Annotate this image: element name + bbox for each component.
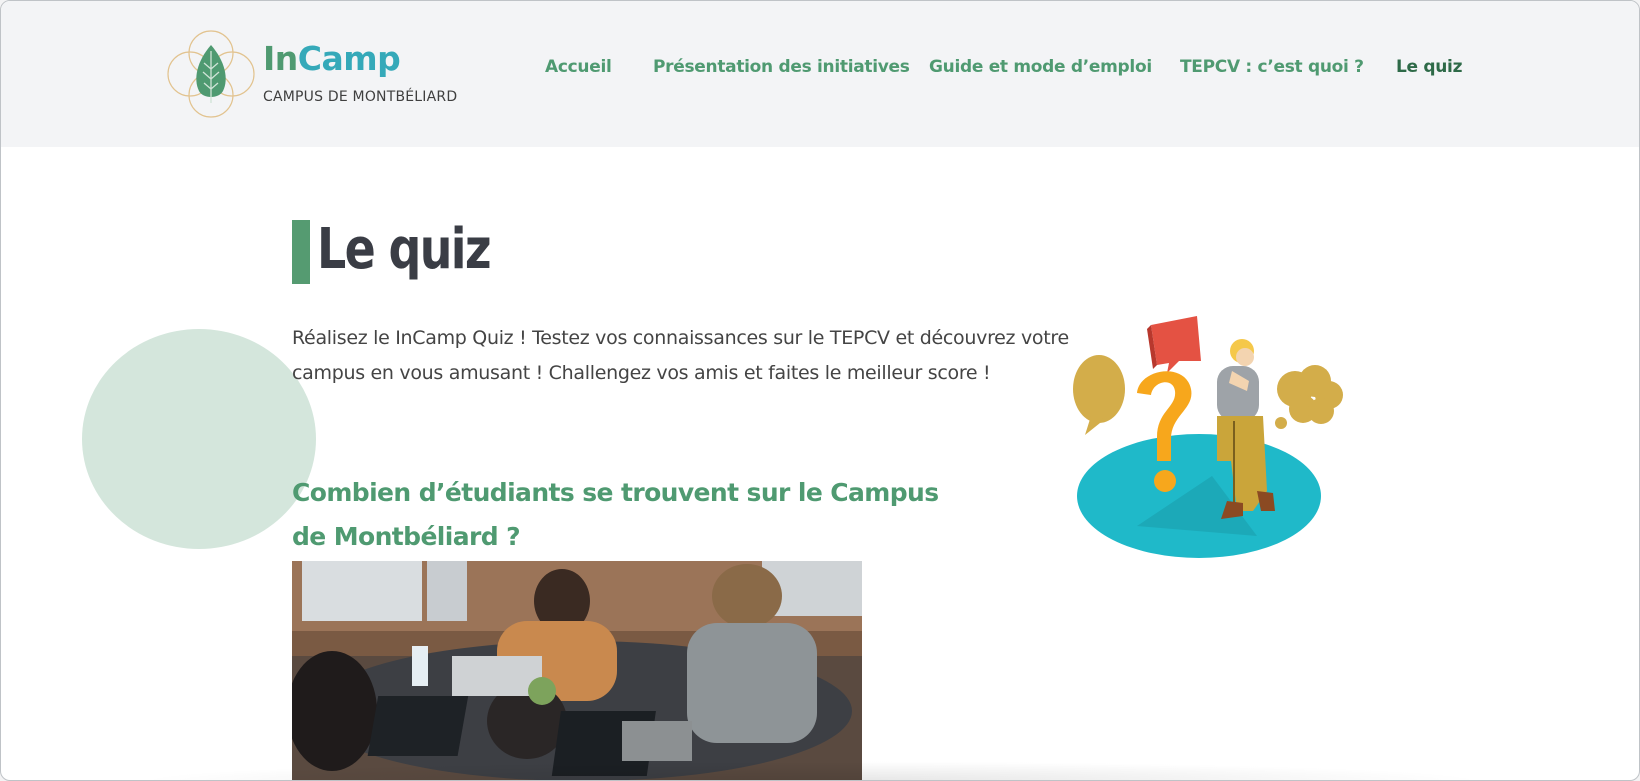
students-working-laptops-photo [292, 561, 862, 780]
site-header: InCamp CAMPUS DE MONTBÉLIARD Accueil Pré… [1, 1, 1639, 147]
nav-item-tepcv[interactable]: TEPCV : c’est quoi ? [1180, 57, 1364, 77]
nav-item-le-quiz[interactable]: Le quiz [1396, 57, 1462, 77]
nav-item-accueil[interactable]: Accueil [545, 57, 612, 77]
page-title: Le quiz [317, 217, 492, 282]
logo-title: InCamp [263, 39, 401, 78]
logo-title-in: In [263, 39, 298, 78]
decorative-circle [82, 329, 316, 549]
intro-text: Réalisez le InCamp Quiz ! Testez vos con… [292, 327, 1069, 384]
leaf-flower-logo-icon [167, 30, 255, 118]
nav-item-presentation[interactable]: Présentation des initiatives [653, 57, 910, 77]
nav-item-guide[interactable]: Guide et mode d’emploi [929, 57, 1152, 77]
title-accent-bar [292, 220, 310, 284]
browser-page: InCamp CAMPUS DE MONTBÉLIARD Accueil Pré… [0, 0, 1640, 781]
logo-title-camp: Camp [297, 39, 401, 78]
site-logo[interactable]: InCamp CAMPUS DE MONTBÉLIARD [167, 29, 467, 121]
thinking-person-question-illustration [1067, 311, 1357, 561]
bottom-shadow [131, 761, 1491, 780]
logo-subtitle: CAMPUS DE MONTBÉLIARD [263, 89, 458, 105]
quiz-question: Combien d’étudiants se trouvent sur le C… [292, 478, 939, 551]
